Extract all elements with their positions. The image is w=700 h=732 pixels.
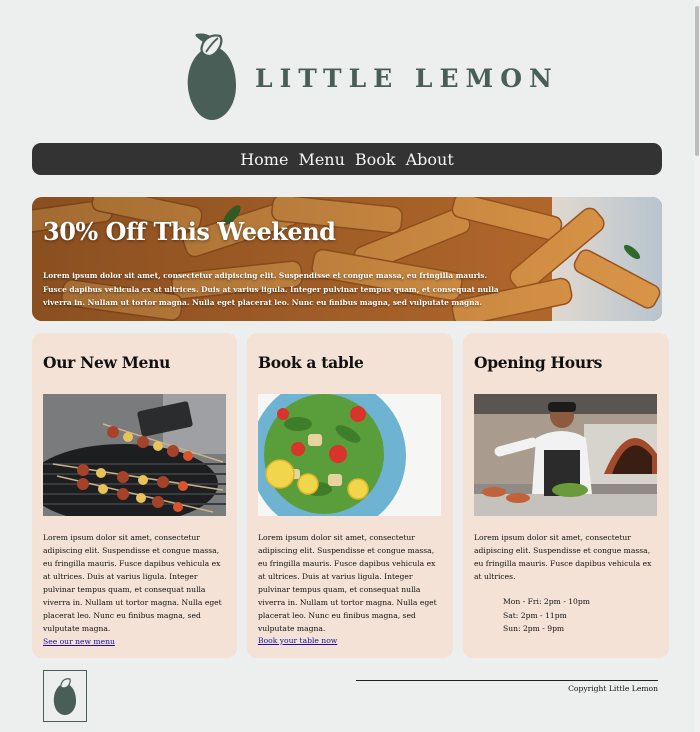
- brand-name: LITTLE LEMON: [255, 64, 559, 93]
- hours-saturday: Sat: 2pm - 11pm: [503, 610, 567, 620]
- opening-hours-list: Mon - Fri: 2pm - 10pm Sat: 2pm - 11pm Su…: [503, 595, 590, 636]
- lemon-logo-icon: [187, 33, 236, 120]
- lemon-icon: [53, 678, 76, 715]
- hero-title: 30% Off This Weekend: [43, 217, 336, 246]
- grilled-skewers-image: [43, 394, 226, 516]
- chef-cooking-image: [474, 394, 657, 516]
- hours-weekday: Mon - Fri: 2pm - 10pm: [503, 597, 590, 606]
- hours-sunday: Sun: 2pm - 9pm: [503, 624, 565, 633]
- footer-divider: [356, 680, 658, 681]
- copyright-text: Copyright Little Lemon: [568, 684, 658, 693]
- nav-about-link[interactable]: About: [406, 150, 454, 169]
- card-title: Opening Hours: [474, 353, 603, 372]
- card-new-menu: Our New Menu Lorem ipsum dolor sit amet,…: [32, 333, 237, 658]
- nav-home-link[interactable]: Home: [240, 150, 288, 169]
- book-table-link[interactable]: Book your table now: [258, 636, 337, 645]
- card-body-text: Lorem ipsum dolor sit amet, consectetur …: [258, 533, 437, 633]
- card-body-text: Lorem ipsum dolor sit amet, consectetur …: [474, 533, 652, 581]
- main-nav: Home Menu Book About: [32, 143, 662, 175]
- footer-logo[interactable]: [43, 670, 87, 722]
- card-title: Book a table: [258, 353, 364, 372]
- hero-banner: 30% Off This Weekend Lorem ipsum dolor s…: [32, 197, 662, 321]
- card-body-text: Lorem ipsum dolor sit amet, consectetur …: [43, 533, 222, 633]
- nav-menu-link[interactable]: Menu: [298, 150, 344, 169]
- salad-plate-image: [258, 394, 441, 516]
- hero-text: Lorem ipsum dolor sit amet, consectetur …: [43, 271, 499, 307]
- site-header: LITTLE LEMON: [0, 28, 700, 128]
- see-menu-link[interactable]: See our new menu: [43, 637, 115, 646]
- card-title: Our New Menu: [43, 353, 171, 372]
- nav-book-link[interactable]: Book: [355, 150, 396, 169]
- card-book-table: Book a table Lorem ipsum dolor sit amet,…: [247, 333, 453, 658]
- card-opening-hours: Opening Hours Lorem ipsum dolor sit amet…: [463, 333, 669, 658]
